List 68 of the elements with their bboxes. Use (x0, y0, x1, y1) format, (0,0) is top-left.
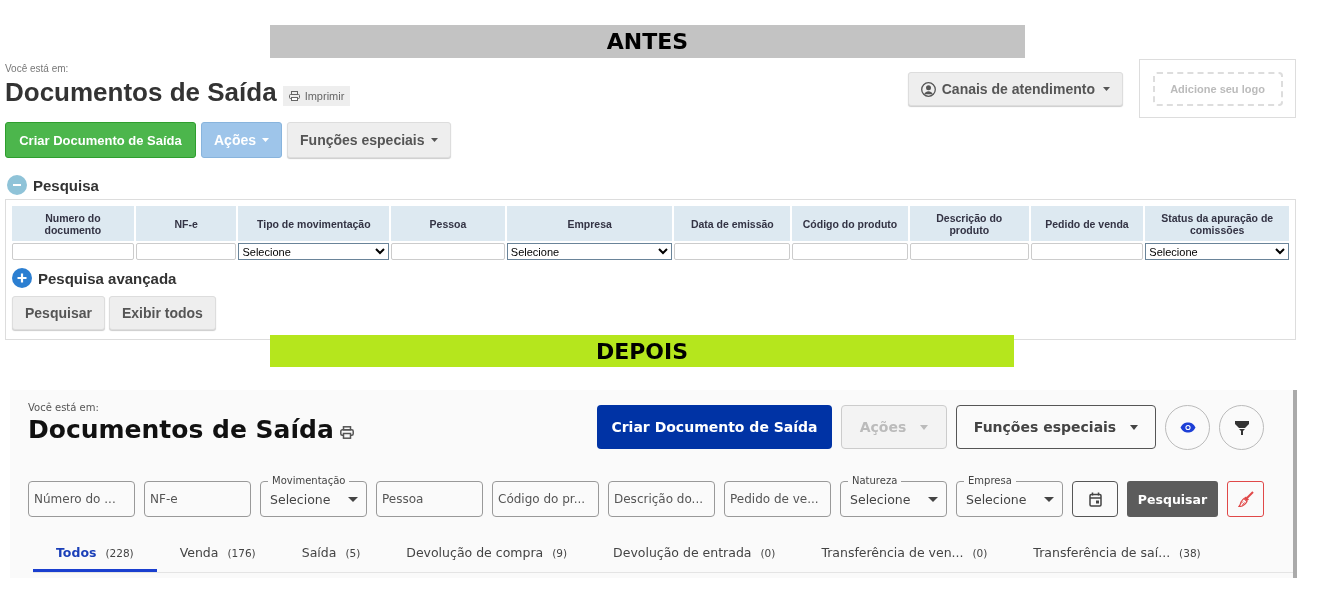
section-title: Pesquisa (33, 176, 99, 194)
caret-icon (348, 496, 358, 502)
input-field[interactable]: Descrição do... (608, 481, 715, 517)
column-header: NF-e (135, 206, 237, 241)
column-header: Tipo de movimentação (238, 206, 390, 241)
input-field[interactable] (674, 243, 791, 260)
select-field[interactable]: Selecione (506, 243, 673, 260)
clear-button[interactable] (1227, 481, 1264, 517)
column-header: Empresa (506, 206, 673, 241)
filter-icon (1234, 420, 1249, 435)
input-field[interactable]: Pessoa (376, 481, 483, 517)
select-field[interactable]: Selecione (1145, 243, 1289, 260)
tab[interactable]: Transferência de ven... (0) (798, 541, 1011, 572)
column-header: Pessoa (391, 206, 505, 241)
printer-icon (339, 426, 354, 439)
column-header: Pedido de venda (1030, 206, 1144, 241)
section-title: Pesquisa avançada (38, 269, 177, 287)
chevron-icon (1275, 248, 1285, 255)
section-banner: DEPOIS (270, 335, 1014, 367)
printer-icon (288, 90, 300, 101)
broom-icon (1237, 491, 1254, 507)
calendar-icon (1088, 491, 1102, 507)
input-field[interactable] (135, 243, 237, 260)
chevron-icon (658, 248, 669, 255)
column-header: Status da apuração de comissões (1145, 206, 1289, 241)
input-field[interactable]: Pedido de ve... (724, 481, 831, 517)
caret-icon (1103, 87, 1110, 91)
action-button[interactable]: Funções especiais (287, 122, 451, 158)
eye-icon (1179, 422, 1196, 433)
input-field[interactable]: Código do pr... (492, 481, 599, 517)
search-button[interactable]: Pesquisar (12, 296, 105, 330)
input-field[interactable]: NF-e (144, 481, 251, 517)
tab[interactable]: Saída (5) (278, 541, 384, 572)
action-button[interactable]: Funções especiais (956, 405, 1156, 449)
search-button[interactable]: Pesquisar (1127, 481, 1218, 517)
input-field[interactable] (792, 243, 908, 260)
column-header: Descrição do produto (909, 206, 1029, 241)
page-title: Documentos de Saída (28, 415, 334, 444)
tab[interactable]: Devolução de compra (9) (383, 541, 591, 572)
caret-icon (1130, 424, 1139, 430)
input-field[interactable] (1030, 243, 1144, 260)
column-header: Código do produto (792, 206, 908, 241)
chevron-icon (375, 248, 386, 255)
input-field[interactable] (909, 243, 1029, 260)
input-field[interactable] (12, 243, 134, 260)
caret-icon (920, 424, 929, 430)
page-title: Documentos de Saída (5, 77, 277, 108)
column-header: Data de emissão (674, 206, 791, 241)
breadcrumb: Você está em: (28, 402, 100, 413)
input-field[interactable] (391, 243, 505, 260)
tab[interactable]: Venda (176) (156, 541, 279, 572)
input-field[interactable]: Número do ... (28, 481, 135, 517)
select-field[interactable]: Selecione (238, 243, 390, 260)
caret-icon (430, 138, 438, 142)
calendar-button[interactable] (1072, 481, 1118, 517)
user-icon (920, 81, 936, 97)
action-button[interactable]: Criar Documento de Saída (597, 405, 832, 449)
caret-icon (928, 496, 938, 502)
section-banner: ANTES (270, 25, 1025, 58)
tab[interactable]: Transferência de saí... (38) (1010, 541, 1224, 572)
caret-icon (1044, 496, 1054, 502)
print-button[interactable]: Imprimir (282, 85, 351, 106)
breadcrumb: Você está em: (5, 63, 70, 74)
search-button[interactable]: Exibir todos (108, 296, 216, 330)
tab[interactable]: Devolução de entrada (0) (590, 541, 799, 572)
support-button[interactable]: Canais de atendimento (907, 72, 1123, 106)
column-header: Numero do documento (12, 206, 134, 241)
caret-icon (262, 138, 270, 142)
